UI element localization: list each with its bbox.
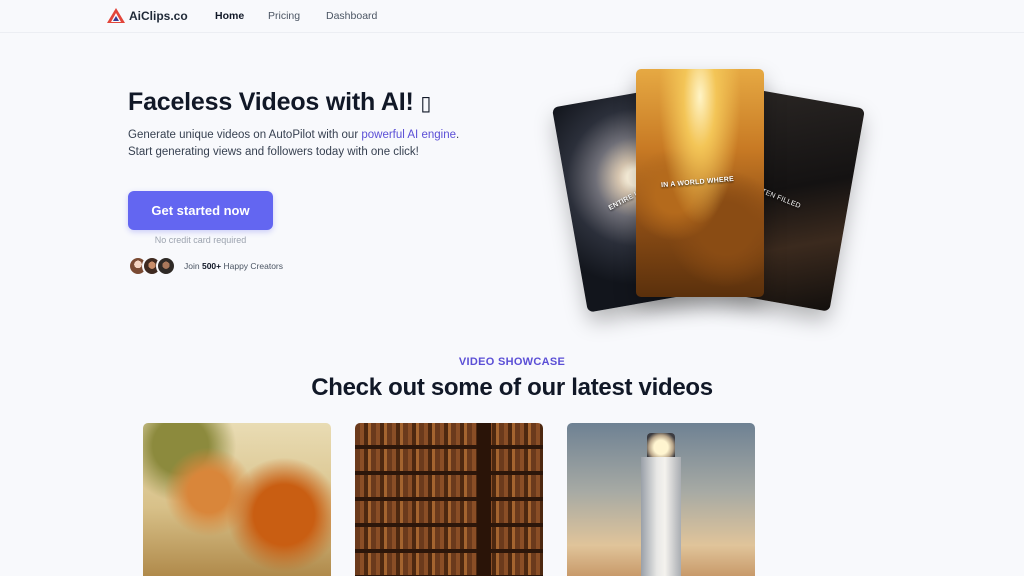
landing-page: AiClips.co Home Pricing Dashboard Facele…: [0, 0, 1024, 576]
top-nav: AiClips.co Home Pricing Dashboard: [0, 0, 1024, 33]
lighthouse-tower: [641, 457, 681, 576]
hero-title-glyph: ▯: [420, 91, 432, 115]
hero-subtitle: Generate unique videos on AutoPilot with…: [128, 127, 488, 161]
nav-dashboard[interactable]: Dashboard: [326, 10, 377, 22]
card-caption: IN A WORLD WHERE: [660, 175, 735, 190]
shelf-divider: [477, 423, 491, 576]
hero-subtitle-line2: Start generating views and followers tod…: [128, 146, 419, 158]
lighthouse-lamp: [647, 433, 675, 459]
hero-title: Faceless Videos with AI! ▯: [128, 88, 431, 117]
showcase-video-bookshelf[interactable]: [355, 423, 543, 576]
get-started-button[interactable]: Get started now: [128, 191, 273, 230]
card-caption: TEN FILLED: [760, 188, 802, 211]
ai-engine-link[interactable]: powerful AI engine: [361, 129, 456, 141]
hero-subtitle-post: .: [455, 129, 460, 141]
showcase-video-autumn-tree[interactable]: [143, 423, 331, 576]
logo-icon: [107, 8, 125, 23]
join-pre: Join: [184, 261, 202, 271]
showcase-title: Check out some of our latest videos: [311, 374, 713, 401]
brand-name: AiClips.co: [129, 8, 188, 23]
hero-subtitle-pre: Generate unique videos on AutoPilot with…: [128, 129, 362, 141]
creator-avatars: [128, 256, 176, 276]
video-card-center[interactable]: IN A WORLD WHERE: [636, 69, 764, 297]
avatar: [156, 256, 176, 276]
hero-title-text: Faceless Videos with AI!: [128, 88, 421, 116]
no-credit-card-note: No credit card required: [154, 235, 247, 245]
showcase-video-lighthouse[interactable]: [567, 423, 755, 576]
join-creators-text: Join 500+ Happy Creators: [184, 261, 283, 271]
join-post: Happy Creators: [221, 261, 284, 271]
showcase-eyebrow: VIDEO SHOWCASE: [458, 356, 566, 368]
join-count: 500+: [201, 261, 222, 271]
nav-pricing[interactable]: Pricing: [268, 10, 300, 22]
nav-home[interactable]: Home: [215, 10, 244, 22]
brand-logo[interactable]: AiClips.co: [107, 8, 188, 23]
